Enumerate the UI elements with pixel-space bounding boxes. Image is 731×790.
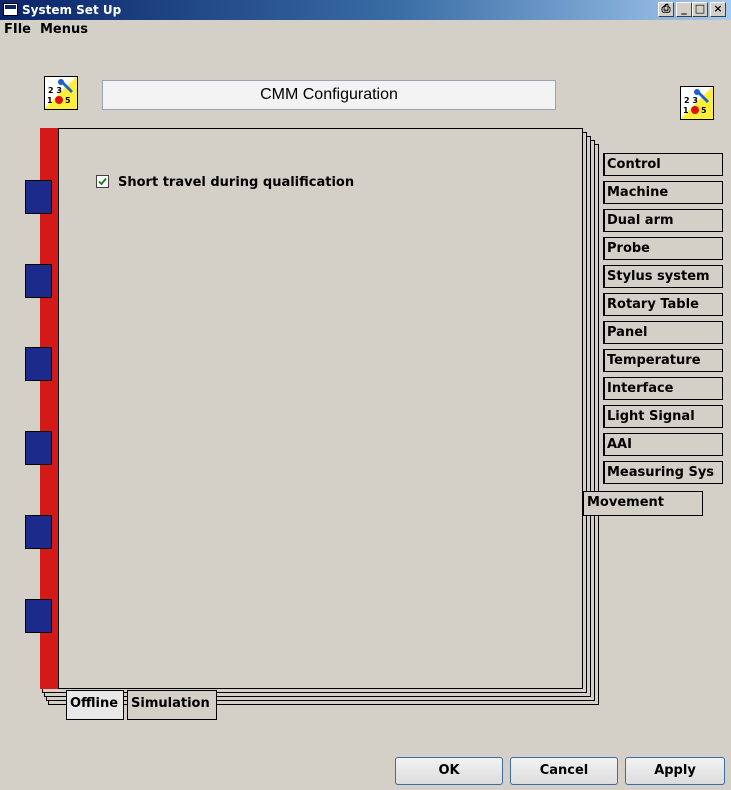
notebook-page xyxy=(40,128,583,689)
svg-text:2 3: 2 3 xyxy=(48,86,62,95)
tab-control[interactable]: Control xyxy=(603,153,723,176)
menu-menus[interactable]: Menus xyxy=(40,22,88,37)
tab-rotary-table[interactable]: Rotary Table xyxy=(603,293,723,316)
binder-ring xyxy=(25,347,52,381)
window-title: System Set Up xyxy=(22,3,122,17)
tab-interface[interactable]: Interface xyxy=(603,377,723,400)
page-title: CMM Configuration xyxy=(102,80,556,110)
binder-ring xyxy=(25,431,52,465)
short-travel-label[interactable]: Short travel during qualification xyxy=(118,175,354,190)
tab-dual-arm[interactable]: Dual arm xyxy=(603,209,723,232)
tab-probe[interactable]: Probe xyxy=(603,237,723,260)
binder-ring xyxy=(25,180,52,214)
binder-ring xyxy=(25,264,52,298)
maximize-button[interactable]: □ xyxy=(692,2,708,17)
cancel-button[interactable]: Cancel xyxy=(510,757,618,785)
settings-wrench-icon-right[interactable]: 2 3 1 5 xyxy=(680,86,714,120)
app-window-icon xyxy=(3,3,18,16)
print-icon[interactable]: ⎙ xyxy=(658,2,674,17)
checkmark-icon xyxy=(98,177,107,186)
short-travel-checkbox[interactable] xyxy=(96,175,109,188)
menu-file[interactable]: FIle xyxy=(4,22,31,37)
binder-ring xyxy=(25,515,52,549)
svg-text:1: 1 xyxy=(47,96,53,105)
binder-ring xyxy=(25,599,52,633)
tab-temperature[interactable]: Temperature xyxy=(603,349,723,372)
tab-movement-active[interactable]: Movement xyxy=(583,491,703,516)
ok-button[interactable]: OK xyxy=(395,757,503,785)
title-bar[interactable]: System Set Up ⎙ _ □ × xyxy=(0,0,731,20)
svg-text:2 3: 2 3 xyxy=(684,96,698,105)
tab-stylus-system[interactable]: Stylus system xyxy=(603,265,723,288)
svg-text:5: 5 xyxy=(701,106,707,115)
tab-offline[interactable]: Offline xyxy=(66,690,124,720)
svg-text:5: 5 xyxy=(65,96,71,105)
close-button[interactable]: × xyxy=(710,2,726,17)
tab-light-signal[interactable]: Light Signal xyxy=(603,405,723,428)
svg-text:1: 1 xyxy=(683,106,689,115)
settings-wrench-icon[interactable]: 2 3 1 5 xyxy=(44,76,78,110)
tab-panel[interactable]: Panel xyxy=(603,321,723,344)
minimize-button[interactable]: _ xyxy=(676,2,692,17)
tab-simulation[interactable]: Simulation xyxy=(127,690,217,720)
tab-aai[interactable]: AAI xyxy=(603,433,723,456)
apply-button[interactable]: Apply xyxy=(625,757,725,785)
menu-bar: FIle Menus xyxy=(0,20,731,40)
tab-measuring-sys[interactable]: Measuring Sys xyxy=(603,461,723,484)
tab-machine[interactable]: Machine xyxy=(603,181,723,204)
